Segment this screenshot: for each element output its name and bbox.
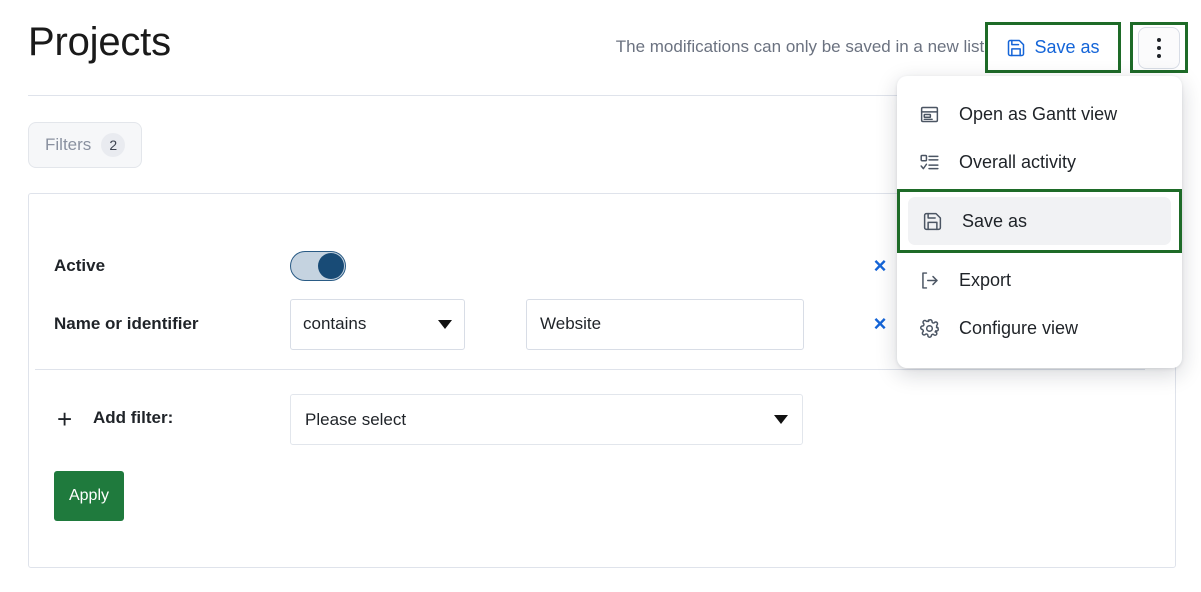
kebab-dot-1 [1157, 38, 1161, 42]
menu-item-wrap-export: Export [897, 256, 1182, 304]
more-actions-menu: Open as Gantt view Overall activity [897, 76, 1182, 368]
menu-item-label: Save as [962, 211, 1027, 232]
menu-item-overall-activity[interactable]: Overall activity [897, 138, 1182, 186]
page-title: Projects [28, 22, 171, 62]
menu-item-configure-view[interactable]: Configure view [897, 304, 1182, 352]
menu-item-wrap-overall-activity: Overall activity [897, 138, 1182, 186]
menu-item-label: Open as Gantt view [959, 104, 1117, 125]
menu-item-label: Export [959, 270, 1011, 291]
apply-button[interactable]: Apply [54, 471, 124, 521]
remove-filter-name-button[interactable]: × [867, 311, 893, 337]
remove-filter-active-button[interactable]: × [867, 253, 893, 279]
save-as-label: Save as [1034, 37, 1099, 58]
menu-item-wrap-configure-view: Configure view [897, 304, 1182, 352]
floppy-disk-icon [1006, 38, 1026, 58]
filter-label-active: Active [54, 256, 105, 276]
kebab-dot-2 [1157, 46, 1161, 50]
export-icon [917, 268, 941, 292]
save-hint-text: The modifications can only be saved in a… [616, 37, 989, 57]
add-filter-selected-value: Please select [305, 410, 766, 430]
more-menu-highlight-box [1130, 22, 1188, 73]
kebab-dot-3 [1157, 54, 1161, 58]
menu-item-save-as[interactable]: Save as [908, 197, 1171, 245]
add-filter-select[interactable]: Please select [290, 394, 803, 445]
menu-item-wrap-save-as: Save as [897, 189, 1182, 253]
menu-item-export[interactable]: Export [897, 256, 1182, 304]
menu-item-open-as-gantt-view[interactable]: Open as Gantt view [897, 90, 1182, 138]
filters-count-badge: 2 [101, 133, 125, 157]
chevron-down-icon [438, 320, 452, 329]
menu-item-wrap-open-as-gantt-view: Open as Gantt view [897, 90, 1182, 138]
filters-toggle-button[interactable]: Filters 2 [28, 122, 142, 168]
filter-value-input[interactable] [526, 299, 804, 350]
floppy-disk-icon [920, 209, 944, 233]
active-toggle-switch[interactable] [290, 251, 346, 281]
save-as-button[interactable]: Save as [988, 25, 1118, 70]
filters-toggle-label: Filters [45, 135, 91, 155]
menu-item-label: Configure view [959, 318, 1078, 339]
chevron-down-icon [774, 415, 788, 424]
filter-operator-select[interactable]: contains [290, 299, 465, 350]
add-filter-label: Add filter: [93, 408, 173, 428]
more-vertical-icon[interactable] [1138, 27, 1180, 69]
add-filter-row: + Add filter: Please select [29, 394, 1175, 446]
activity-list-icon [917, 150, 941, 174]
filter-label-name-or-identifier: Name or identifier [54, 314, 199, 334]
plus-icon: + [57, 406, 72, 432]
save-as-highlight-box: Save as [985, 22, 1121, 73]
gantt-view-icon [917, 102, 941, 126]
filters-card-divider [35, 369, 1145, 370]
filter-operator-value: contains [303, 314, 430, 334]
menu-item-label: Overall activity [959, 152, 1076, 173]
toggle-knob [318, 253, 344, 279]
gear-icon [917, 316, 941, 340]
projects-filters-page: Projects The modifications can only be s… [0, 0, 1201, 592]
